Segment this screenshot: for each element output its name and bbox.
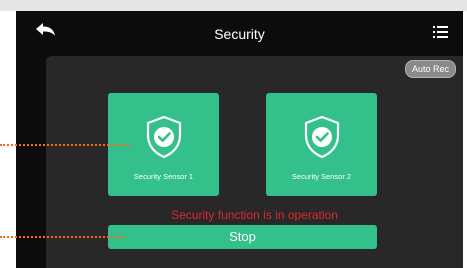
sensor-label: Security Sensor 1 (133, 172, 194, 181)
annotation-pointer-line (0, 144, 129, 146)
list-menu-icon (433, 26, 448, 38)
sensor-label: Security Sensor 2 (291, 172, 352, 181)
shield-check-icon (146, 115, 182, 159)
stop-button[interactable]: Stop (108, 225, 377, 249)
page-title: Security (214, 26, 265, 42)
status-message: Security function is in operation (171, 208, 338, 222)
security-sensor-2-tile[interactable]: Security Sensor 2 (266, 93, 377, 196)
auto-rec-badge[interactable]: Auto Rec (404, 60, 456, 78)
header-bar: Security (16, 11, 463, 53)
top-strip (0, 0, 467, 11)
annotation-pointer-line (0, 236, 124, 238)
shield-check-icon (304, 115, 340, 159)
device-screen: Security Auto Rec Security Sensor 1 Secu… (16, 11, 463, 268)
menu-button[interactable] (433, 25, 449, 39)
